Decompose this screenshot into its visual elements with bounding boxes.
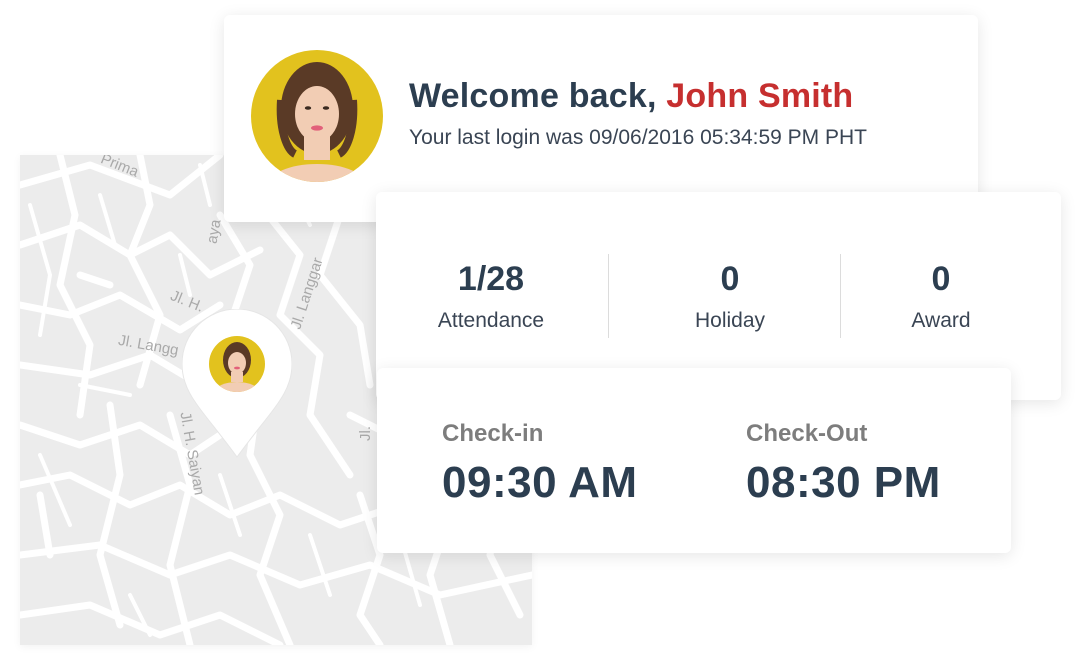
- stat-label: Attendance: [437, 309, 545, 332]
- check-card: Check-in 09:30 AM Check-Out 08:30 PM: [377, 368, 1011, 553]
- check-in-label: Check-in: [442, 420, 544, 447]
- check-out-block: Check-Out 08:30 PM: [746, 420, 941, 508]
- stat-holiday[interactable]: 0 Holiday: [615, 260, 845, 333]
- check-in-time: 09:30 AM: [442, 458, 638, 507]
- dashboard-stage: Prima Jl. Langgar Jl. H. Jl. Langg Jl. H…: [0, 0, 1080, 672]
- user-name: John Smith: [666, 77, 854, 115]
- check-in-block: Check-in 09:30 AM: [442, 420, 638, 508]
- last-login-text: Your last login was 09/06/2016 05:34:59 …: [409, 126, 868, 149]
- welcome-heading: Welcome back, John Smith: [409, 77, 853, 116]
- stat-value: 0: [931, 260, 951, 298]
- stat-award[interactable]: 0 Award: [826, 260, 1056, 333]
- check-out-label: Check-Out: [746, 420, 868, 447]
- stat-value: 0: [720, 260, 740, 298]
- stat-attendance[interactable]: 1/28 Attendance: [376, 260, 606, 333]
- welcome-greeting: Welcome back,: [409, 77, 657, 115]
- welcome-card: Welcome back, John Smith Your last login…: [224, 15, 978, 222]
- stat-value: 1/28: [457, 260, 525, 298]
- check-out-time: 08:30 PM: [746, 458, 941, 507]
- location-pin[interactable]: [182, 309, 292, 459]
- stat-label: Award: [911, 309, 971, 332]
- stat-label: Holiday: [694, 309, 766, 332]
- avatar[interactable]: [251, 50, 383, 182]
- street-label-jl: Jl.: [357, 426, 374, 441]
- stat-divider: [608, 254, 609, 338]
- pin-avatar: [209, 336, 265, 392]
